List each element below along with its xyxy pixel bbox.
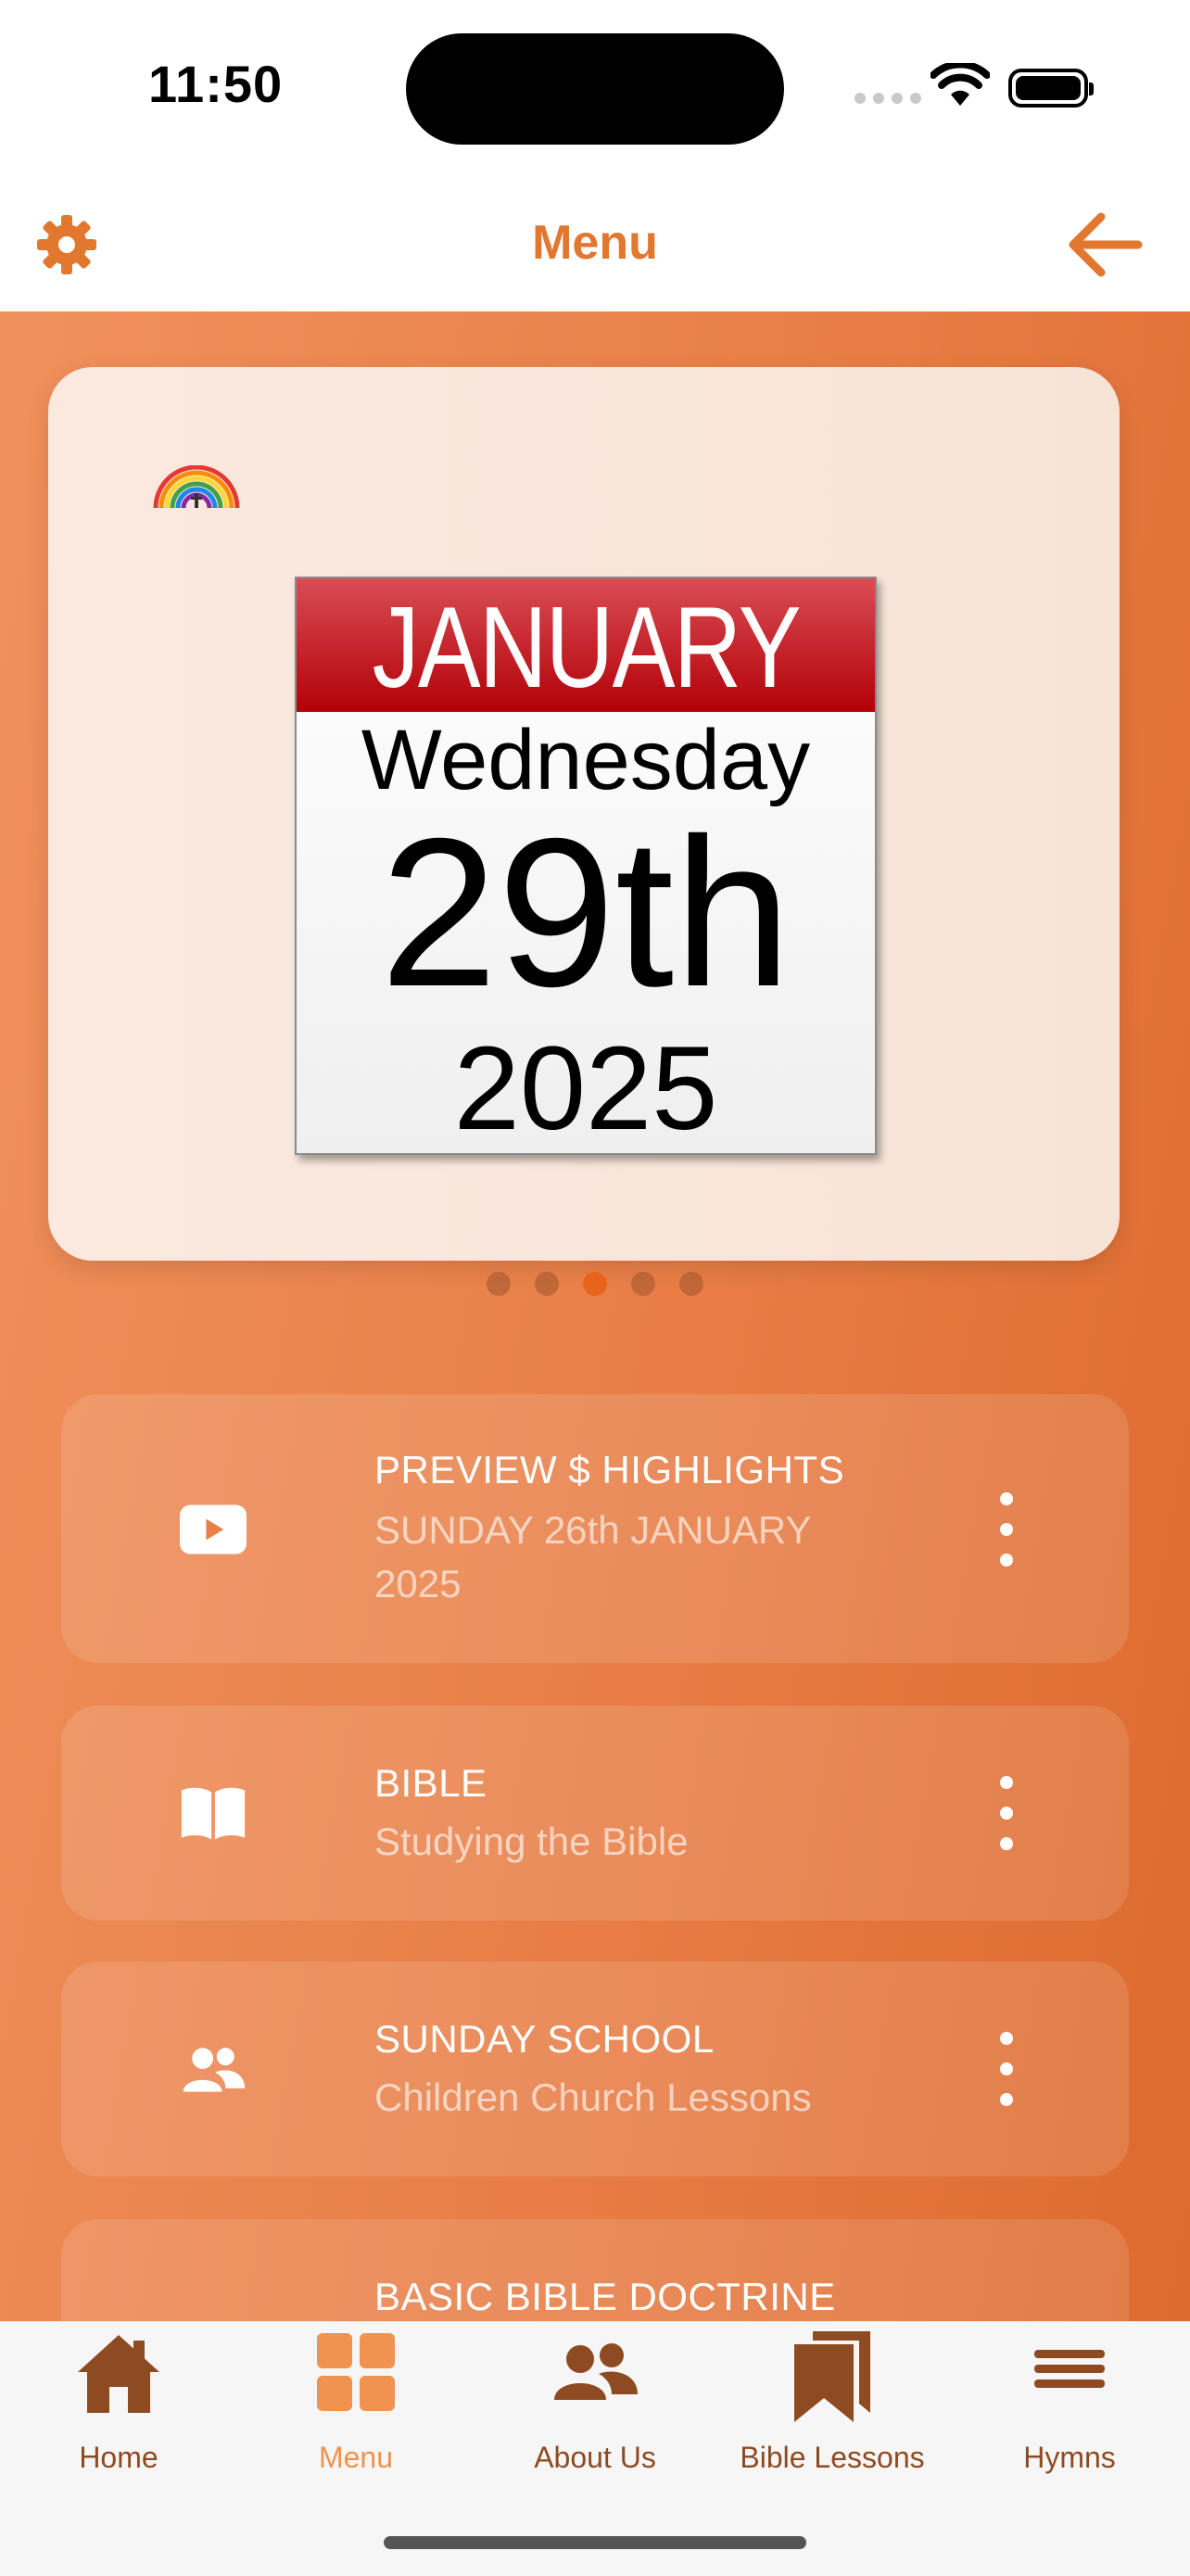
menu-item-title: BASIC BIBLE DOCTRINE — [374, 2275, 836, 2318]
cellular-signal-icon — [855, 93, 921, 104]
more-options-icon[interactable] — [988, 2032, 1025, 2106]
menu-item-sunday-school[interactable]: SUNDAY SCHOOL Children Church Lessons — [61, 1961, 1129, 2176]
bookmark-icon — [794, 2331, 870, 2422]
home-indicator[interactable] — [384, 2536, 806, 2549]
status-time: 11:50 — [148, 55, 284, 113]
more-options-icon[interactable] — [988, 1776, 1025, 1850]
navigation-bar: Menu — [0, 176, 1190, 311]
tab-label: Home — [79, 2441, 158, 2474]
calendar-page: JANUARY Wednesday 29th 2025 — [295, 577, 877, 1155]
home-icon — [78, 2335, 159, 2413]
page-dot[interactable] — [679, 1272, 703, 1296]
page-title: Menu — [532, 216, 658, 270]
calendar-year: 2025 — [453, 1022, 718, 1155]
menu-item-preview-highlights[interactable]: PREVIEW $ HIGHLIGHTS SUNDAY 26th JANUARY… — [61, 1394, 1129, 1663]
grid-icon — [317, 2333, 395, 2411]
menu-item-subtitle: SUNDAY 26th JANUARY 2025 — [374, 1508, 811, 1605]
back-arrow-icon[interactable] — [1066, 209, 1144, 280]
calendar-day: 29th — [380, 795, 791, 1031]
carousel-card[interactable]: JANUARY Wednesday 29th 2025 — [48, 367, 1120, 1261]
carousel-page-indicator[interactable] — [0, 1272, 1190, 1296]
church-logo-icon — [153, 465, 240, 509]
tab-about-us[interactable]: About Us — [476, 2322, 714, 2480]
play-icon — [180, 1496, 247, 1563]
people-icon — [554, 2343, 638, 2400]
hamburger-icon — [1034, 2350, 1105, 2388]
menu-item-subtitle: Studying the Bible — [374, 1820, 689, 1863]
tab-menu[interactable]: Menu — [237, 2322, 475, 2480]
tab-label: Bible Lessons — [740, 2441, 925, 2474]
menu-item-bible[interactable]: BIBLE Studying the Bible — [61, 1706, 1129, 1921]
menu-item-subtitle: Children Church Lessons — [374, 2075, 812, 2119]
page-dot[interactable] — [535, 1272, 559, 1296]
tab-label: About Us — [534, 2441, 656, 2474]
people-icon — [180, 2036, 247, 2102]
main-content: JANUARY Wednesday 29th 2025 PREVIEW $ HI… — [0, 311, 1190, 2321]
menu-item-title: BIBLE — [374, 1761, 487, 1805]
wifi-icon — [930, 63, 990, 106]
battery-icon — [1008, 69, 1094, 108]
page-dot[interactable] — [631, 1272, 655, 1296]
menu-item-title: SUNDAY SCHOOL — [374, 2017, 715, 2061]
tab-label: Menu — [318, 2441, 394, 2474]
menu-item-title: PREVIEW $ HIGHLIGHTS — [374, 1448, 845, 1491]
tab-bible-lessons[interactable]: Bible Lessons — [714, 2322, 951, 2480]
page-dot[interactable] — [487, 1272, 511, 1296]
status-bar: 11:50 — [0, 0, 1190, 176]
more-options-icon[interactable] — [988, 1492, 1025, 1567]
calendar-weekday: Wednesday — [361, 713, 811, 807]
tab-home[interactable]: Home — [0, 2322, 237, 2480]
book-icon — [180, 1780, 247, 1846]
tab-label: Hymns — [1023, 2441, 1116, 2474]
dynamic-island — [406, 33, 784, 145]
menu-item-basic-bible-doctrine[interactable]: BASIC BIBLE DOCTRINE — [61, 2219, 1129, 2321]
page-dot-active[interactable] — [583, 1272, 607, 1296]
calendar-month: JANUARY — [297, 578, 875, 712]
tab-hymns[interactable]: Hymns — [951, 2322, 1188, 2480]
